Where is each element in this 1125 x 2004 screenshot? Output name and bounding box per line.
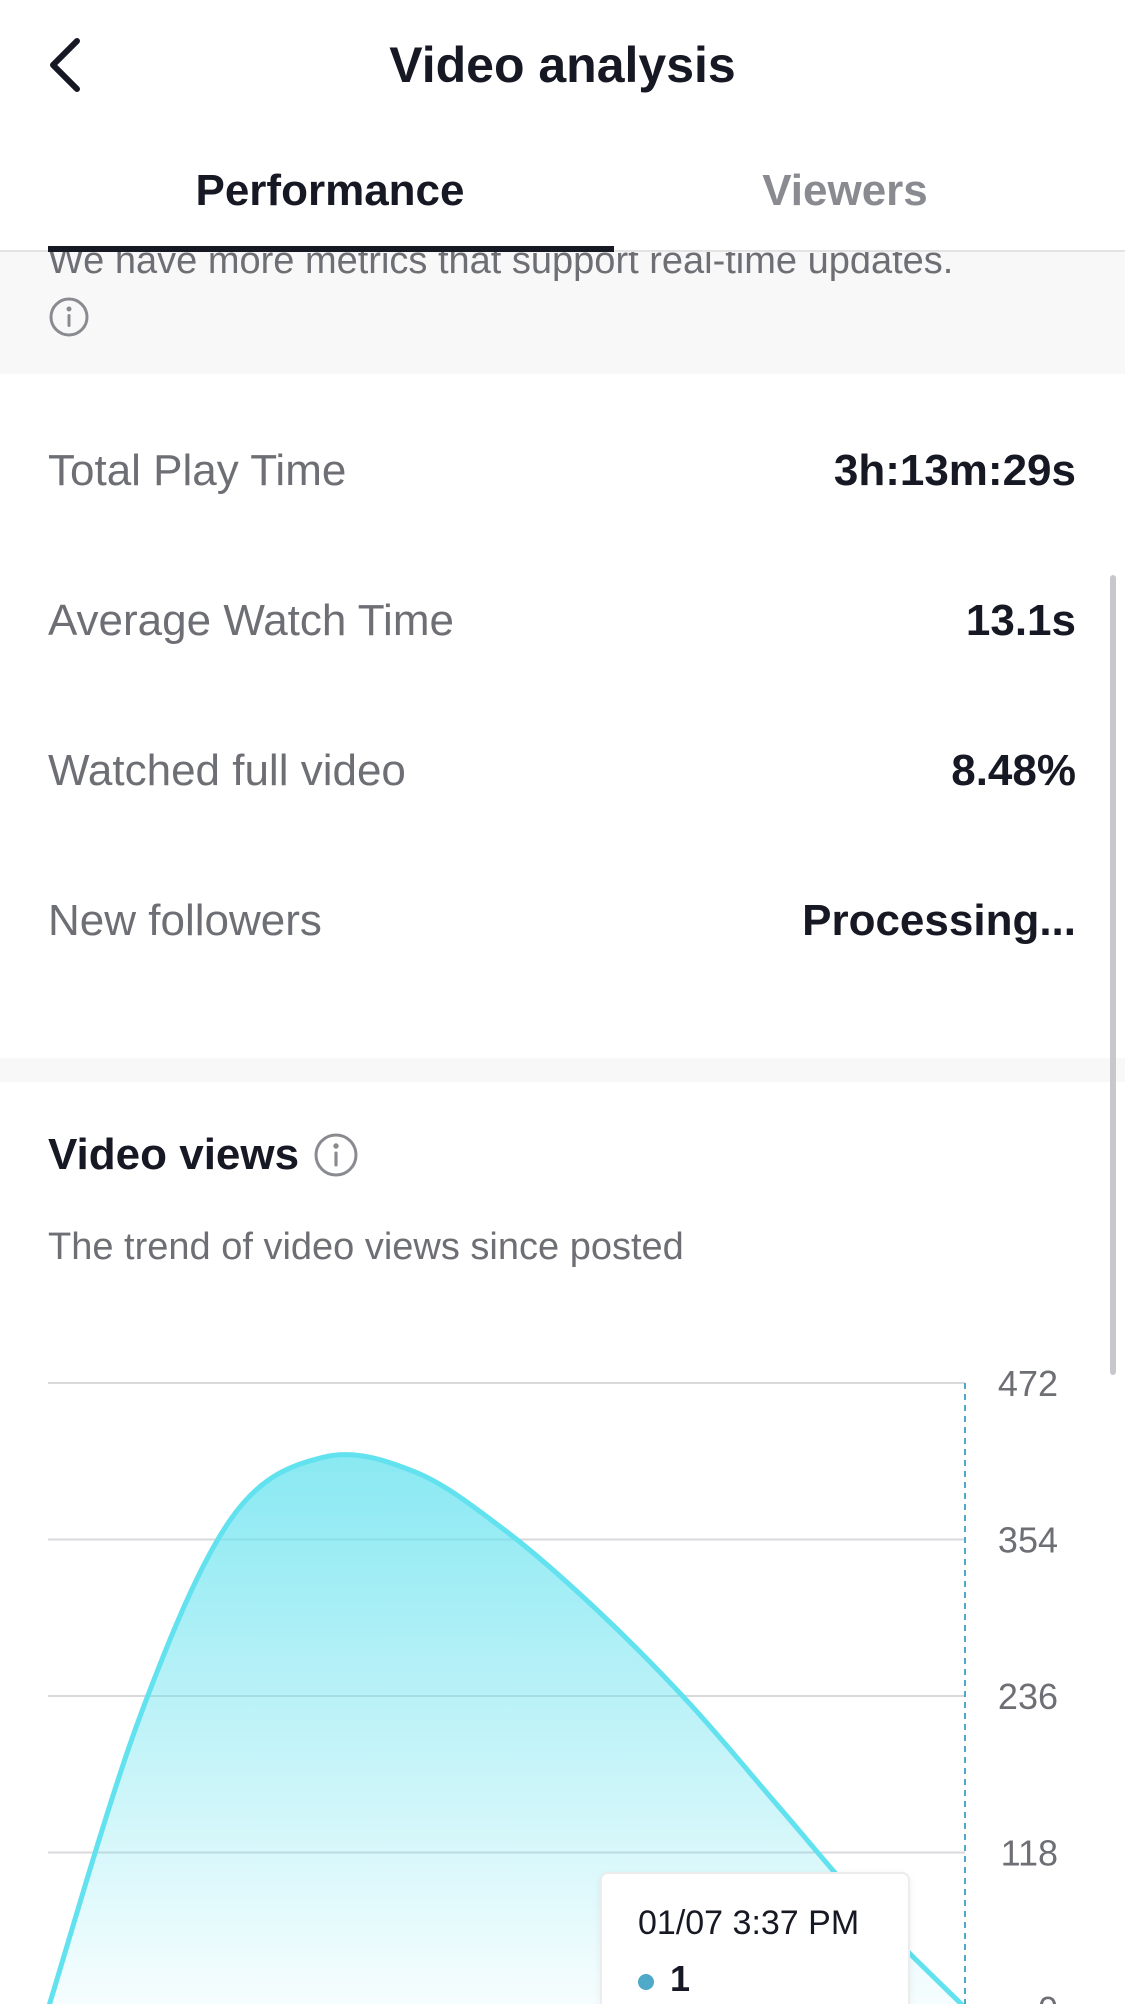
metric-label: Watched full video (48, 746, 406, 795)
metric-value: 8.48% (951, 746, 1076, 795)
tooltip-value: 1 (670, 1958, 691, 1999)
chart-tooltip: 01/07 3:37 PM 1 (600, 1872, 910, 2004)
tab-bar: Performance Viewers (0, 130, 1125, 252)
notice-info-button[interactable] (48, 296, 90, 343)
tab-viewers[interactable]: Viewers (660, 166, 1030, 216)
section-divider (0, 1058, 1125, 1082)
tab-performance[interactable]: Performance (0, 166, 660, 216)
metrics-list: Total Play Time 3h:13m:29s Average Watch… (0, 374, 1125, 1058)
y-tick-label: 354 (998, 1520, 1058, 1561)
metric-row-watched-full-video: Watched full video 8.48% (48, 731, 1076, 811)
info-icon[interactable] (313, 1132, 359, 1178)
page-title: Video analysis (389, 37, 736, 93)
header: Video analysis (0, 0, 1125, 130)
metric-value: 3h:13m:29s (833, 446, 1076, 495)
tooltip-date: 01/07 3:37 PM (638, 1904, 860, 1942)
info-icon (49, 297, 89, 337)
metric-value: 13.1s (965, 596, 1076, 645)
y-tick-label: 0 (1038, 1989, 1058, 2004)
metric-row-average-watch-time: Average Watch Time 13.1s (48, 581, 1076, 661)
metric-value: Processing... (802, 896, 1076, 945)
active-tab-indicator (48, 246, 614, 252)
section-title-text: Video views (48, 1130, 300, 1179)
y-tick-label: 236 (998, 1676, 1058, 1717)
y-tick-label: 118 (1001, 1833, 1058, 1874)
metric-label: New followers (48, 896, 322, 945)
y-tick-label: 472 (998, 1363, 1058, 1404)
video-views-subtitle: The trend of video views since posted (48, 1226, 684, 1268)
metric-row-total-play-time: Total Play Time 3h:13m:29s (48, 431, 1076, 511)
metric-label: Average Watch Time (48, 596, 454, 645)
video-views-chart: 472 354 236 118 0 (46, 1363, 1058, 2004)
scrollbar[interactable] (1110, 575, 1116, 1375)
tooltip-series-dot (638, 1974, 654, 1990)
metric-label: Total Play Time (48, 446, 347, 495)
metric-row-new-followers: New followers Processing... (48, 881, 1076, 961)
video-views-title: Video views (48, 1130, 359, 1180)
